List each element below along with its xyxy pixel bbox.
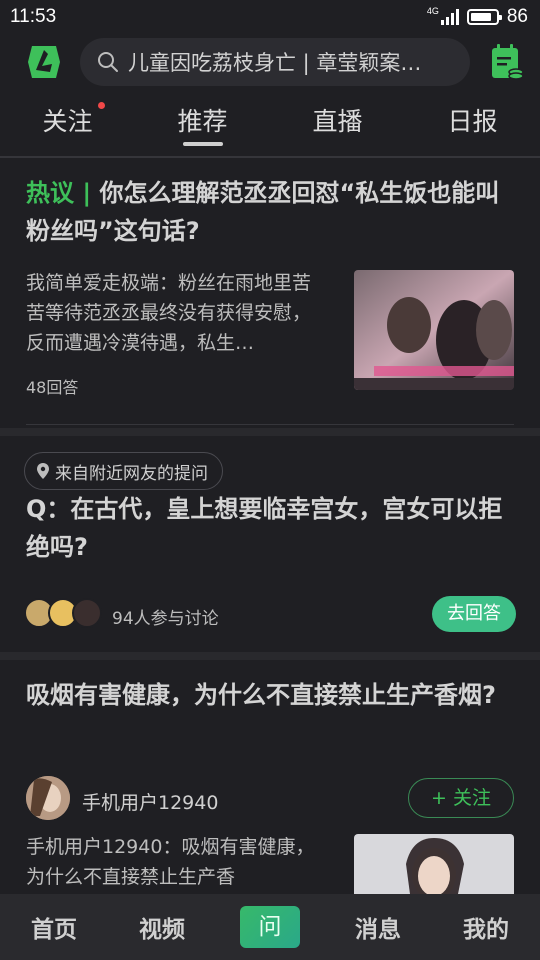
network-type: 4G — [426, 6, 439, 16]
nav-ask[interactable]: 问 — [216, 906, 324, 948]
bottom-navigation: 首页 视频 问 消息 我的 — [0, 894, 540, 960]
nav-home[interactable]: 首页 — [0, 910, 108, 944]
tab-label: 直播 — [312, 107, 363, 136]
feed-card-answer[interactable]: 吸烟有害健康，为什么不直接禁止生产香烟? 手机用户12940 + 关注 手机用户… — [0, 660, 540, 894]
participant-count: 94人参与讨论 — [112, 609, 219, 629]
card-title[interactable]: 热议 | 你怎么理解范丞丞回怼“私生饭也能叫粉丝吗”这句话? — [0, 174, 540, 250]
location-pin-icon — [37, 463, 49, 479]
participant-avatars — [24, 598, 102, 628]
nav-profile[interactable]: 我的 — [432, 910, 540, 944]
tab-follow[interactable]: 关注 — [0, 92, 135, 156]
search-bar[interactable]: 儿童因吃荔枝身亡 | 章莹颖案… — [80, 38, 470, 86]
tab-daily[interactable]: 日报 — [405, 92, 540, 156]
answer-thumbnail[interactable] — [354, 834, 514, 894]
hot-tag: 热议 | — [26, 179, 100, 207]
avatar[interactable] — [26, 776, 70, 820]
nav-video[interactable]: 视频 — [108, 910, 216, 944]
status-time: 11:53 — [10, 6, 57, 27]
status-indicators: 4G 86 — [427, 6, 528, 28]
tab-label: 关注 — [42, 107, 93, 136]
question-title[interactable]: 吸烟有害健康，为什么不直接禁止生产香烟? — [0, 676, 540, 714]
section-gap — [0, 428, 540, 436]
feed-card-hot[interactable]: 热议 | 你怎么理解范丞丞回怼“私生饭也能叫粉丝吗”这句话? 我简单爱走极端：粉… — [0, 158, 540, 428]
card-excerpt: 我简单爱走极端：粉丝在雨地里苦苦等待范丞丞最终没有获得安慰，反而遭遇冷漠待遇，私… — [26, 272, 312, 354]
tab-recommend[interactable]: 推荐 — [135, 92, 270, 156]
follow-button[interactable]: + 关注 — [408, 778, 514, 818]
location-label: 来自附近网友的提问 — [55, 463, 208, 484]
notification-dot — [98, 102, 105, 109]
app-logo-icon[interactable] — [22, 40, 66, 84]
answer-excerpt: 手机用户12940：吸烟有害健康，为什么不直接禁止生产香 — [26, 836, 315, 888]
section-gap — [0, 652, 540, 660]
battery-percent: 86 — [506, 6, 528, 27]
signal-icon — [440, 9, 459, 25]
active-tab-indicator — [182, 142, 223, 146]
answer-count: 48回答 — [26, 378, 79, 397]
answer-username[interactable]: 手机用户12940 — [82, 788, 218, 815]
card-thumbnail[interactable] — [354, 270, 514, 390]
thumbnail-image — [354, 270, 514, 390]
avatar — [72, 598, 102, 628]
search-icon — [98, 52, 118, 72]
search-hot-text: 儿童因吃荔枝身亡 | 章莹颖案… — [128, 51, 422, 75]
thumbnail-image — [354, 834, 514, 894]
nav-ask-label: 问 — [240, 906, 300, 948]
battery-fill — [470, 13, 492, 21]
go-answer-button[interactable]: 去回答 — [432, 596, 516, 632]
tab-label: 推荐 — [177, 107, 228, 136]
app-header: 儿童因吃荔枝身亡 | 章莹颖案… — [0, 34, 540, 90]
daily-calendar-icon[interactable] — [490, 43, 524, 81]
tab-label: 日报 — [447, 107, 498, 136]
battery-icon — [466, 9, 502, 25]
status-bar: 11:53 4G 86 — [0, 0, 540, 34]
avatar-image — [26, 776, 70, 820]
nearby-question-pill: 来自附近网友的提问 — [24, 452, 223, 490]
card-divider — [26, 424, 514, 425]
feed-card-nearby-question[interactable]: 来自附近网友的提问 Q：在古代，皇上想要临幸宫女，宫女可以拒绝吗? 94人参与讨… — [0, 436, 540, 652]
nav-messages[interactable]: 消息 — [324, 910, 432, 944]
feed-tabs: 关注 推荐 直播 日报 — [0, 92, 540, 156]
tab-live[interactable]: 直播 — [270, 92, 405, 156]
question-title[interactable]: Q：在古代，皇上想要临幸宫女，宫女可以拒绝吗? — [0, 490, 540, 566]
